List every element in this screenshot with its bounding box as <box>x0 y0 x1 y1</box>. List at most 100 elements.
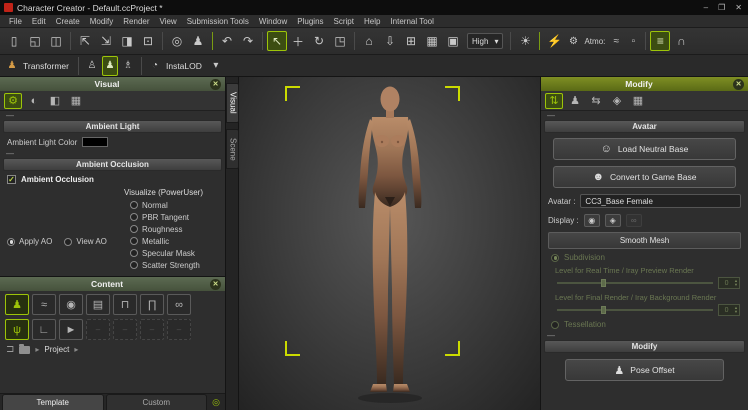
display-eye-icon[interactable]: ◉ <box>584 214 600 227</box>
visualize-roughness-radio[interactable] <box>130 225 138 233</box>
export-icon[interactable]: ⇲ <box>96 31 116 51</box>
modify-appearance-icon[interactable]: ◈ <box>608 93 626 109</box>
new-project-icon[interactable]: ▯ <box>4 31 24 51</box>
background-bucket-icon[interactable]: ◧ <box>46 93 64 109</box>
category-hair-icon[interactable]: ≈ <box>32 294 56 315</box>
open-project-icon[interactable]: ◱ <box>25 31 45 51</box>
category-material-icon[interactable]: ◉ <box>59 294 83 315</box>
viewport-3d[interactable] <box>239 77 540 410</box>
camera-icon[interactable]: ▣ <box>443 31 463 51</box>
visualize-specular-mask-radio[interactable] <box>130 249 138 257</box>
character-model[interactable] <box>325 84 455 406</box>
category-scene-icon[interactable]: ► <box>59 319 83 340</box>
select-tool-icon[interactable]: ↖ <box>267 31 287 51</box>
lighting-icon[interactable]: ☀ <box>515 31 535 51</box>
redo-icon[interactable]: ↷ <box>238 31 258 51</box>
effects-flash-icon[interactable]: ⚡ <box>544 31 564 51</box>
grid-display-icon[interactable]: ▦ <box>67 93 85 109</box>
modify-section-header[interactable]: Modify <box>544 340 745 353</box>
move-tool-icon[interactable]: ＋ <box>288 31 308 51</box>
modify-close-icon[interactable]: ✕ <box>733 79 744 90</box>
export-image-icon[interactable]: ◨ <box>117 31 137 51</box>
visualize-scatter-strength-radio[interactable] <box>130 261 138 269</box>
visual-close-icon[interactable]: ✕ <box>210 79 221 90</box>
category-pants-icon[interactable]: ∏ <box>140 294 164 315</box>
atmo-wave-icon[interactable]: ≈ <box>608 31 624 51</box>
category-actor-icon[interactable]: ♟ <box>5 294 29 315</box>
modify-adjust-icon[interactable]: ⇅ <box>545 93 563 109</box>
multi-view-icon[interactable]: ▦ <box>422 31 442 51</box>
character-tool-icon[interactable]: ♟ <box>188 31 208 51</box>
menu-modify[interactable]: Modify <box>85 17 119 26</box>
visualize-normal-radio[interactable] <box>130 201 138 209</box>
visualize-pbr-tangent-radio[interactable] <box>130 213 138 221</box>
zoom-fit-icon[interactable]: ⊞ <box>401 31 421 51</box>
menu-internal-tool[interactable]: Internal Tool <box>385 17 438 26</box>
menu-create[interactable]: Create <box>51 17 85 26</box>
visualize-metallic-radio[interactable] <box>130 237 138 245</box>
category-shirt-icon[interactable]: ψ <box>5 319 29 340</box>
convert-to-game-base-button[interactable]: ☻ Convert to Game Base <box>553 166 736 188</box>
avatar-section-header[interactable]: Avatar <box>544 120 745 133</box>
menu-edit[interactable]: Edit <box>27 17 51 26</box>
category-cloth-icon[interactable]: ▤ <box>86 294 110 315</box>
tab-custom[interactable]: Custom <box>106 394 208 410</box>
menu-window[interactable]: Window <box>254 17 292 26</box>
modify-texture-icon[interactable]: ▦ <box>629 93 647 109</box>
render-quality-dropdown[interactable]: High ▾ <box>467 33 503 49</box>
rotate-tool-icon[interactable]: ↻ <box>309 31 329 51</box>
ambient-occlusion-checkbox[interactable]: ✓ <box>7 175 16 184</box>
menu-submission-tools[interactable]: Submission Tools <box>182 17 254 26</box>
ambient-occlusion-collapse-icon[interactable]: — <box>0 149 225 158</box>
avatar-name-input[interactable] <box>580 194 741 208</box>
avatar-collapse-icon[interactable]: — <box>541 111 748 120</box>
modify-bone-icon[interactable]: ♟ <box>566 93 584 109</box>
content-sync-icon[interactable]: ◎ <box>209 397 223 410</box>
scale-tool-icon[interactable]: ◳ <box>330 31 350 51</box>
modify-collapse-icon[interactable]: — <box>541 331 748 340</box>
category-prop-icon[interactable]: ⊓ <box>113 294 137 315</box>
atmosphere-gear-icon[interactable]: ⚙ <box>565 31 581 51</box>
side-tab-visual[interactable]: Visual <box>226 83 239 123</box>
batch-export-icon[interactable]: ⊡ <box>138 31 158 51</box>
maximize-button[interactable]: ❐ <box>718 3 725 12</box>
snap-magnet-icon[interactable]: ∩ <box>671 31 691 51</box>
view-ao-radio[interactable] <box>64 238 72 246</box>
undo-icon[interactable]: ↶ <box>217 31 237 51</box>
content-search-icon[interactable]: ◎ <box>167 31 187 51</box>
atmo-toggle-icon[interactable]: ▫ <box>625 31 641 51</box>
transformer-label[interactable]: Transformer <box>22 61 73 71</box>
load-neutral-base-button[interactable]: ☺ Load Neutral Base <box>553 138 736 160</box>
ambient-occlusion-header[interactable]: Ambient Occlusion <box>3 158 222 171</box>
list-view-icon[interactable]: ⊐ <box>6 344 14 355</box>
apply-ao-radio[interactable] <box>7 238 15 246</box>
instalod-label[interactable]: InstaLOD <box>165 61 206 71</box>
ground-snap-icon[interactable]: ⇩ <box>380 31 400 51</box>
smooth-mesh-button[interactable]: Smooth Mesh <box>548 232 741 249</box>
transformer-icon[interactable]: ♟ <box>4 56 20 76</box>
close-button[interactable]: ✕ <box>735 3 742 12</box>
ambient-light-collapse-icon[interactable]: — <box>0 111 225 120</box>
menu-script[interactable]: Script <box>329 17 359 26</box>
home-view-icon[interactable]: ⌂ <box>359 31 379 51</box>
menu-view[interactable]: View <box>155 17 182 26</box>
category-shoes-icon[interactable]: ∟ <box>32 319 56 340</box>
minimize-button[interactable]: – <box>704 3 708 12</box>
category-accessory-icon[interactable]: ∞ <box>167 294 191 315</box>
pose-c-icon[interactable]: ♗ <box>120 56 136 76</box>
display-mask-icon[interactable]: ◈ <box>605 214 621 227</box>
content-close-icon[interactable]: ✕ <box>210 279 221 290</box>
side-tab-scene[interactable]: Scene <box>226 129 239 170</box>
pose-offset-button[interactable]: ♟ Pose Offset <box>565 359 724 381</box>
pose-b-icon[interactable]: ♟ <box>102 56 118 76</box>
breadcrumb-project[interactable]: Project <box>44 345 69 354</box>
ambient-light-header[interactable]: Ambient Light <box>3 120 222 133</box>
menu-plugins[interactable]: Plugins <box>292 17 328 26</box>
shadow-sphere-icon[interactable]: ◐ <box>25 93 43 109</box>
modify-morph-icon[interactable]: ⇆ <box>587 93 605 109</box>
pose-a-icon[interactable]: ♙ <box>84 56 100 76</box>
menu-file[interactable]: File <box>4 17 27 26</box>
visual-settings-gear-icon[interactable]: ⚙ <box>4 93 22 109</box>
save-project-icon[interactable]: ◫ <box>46 31 66 51</box>
preferences-sliders-icon[interactable]: ≡ <box>650 31 670 51</box>
